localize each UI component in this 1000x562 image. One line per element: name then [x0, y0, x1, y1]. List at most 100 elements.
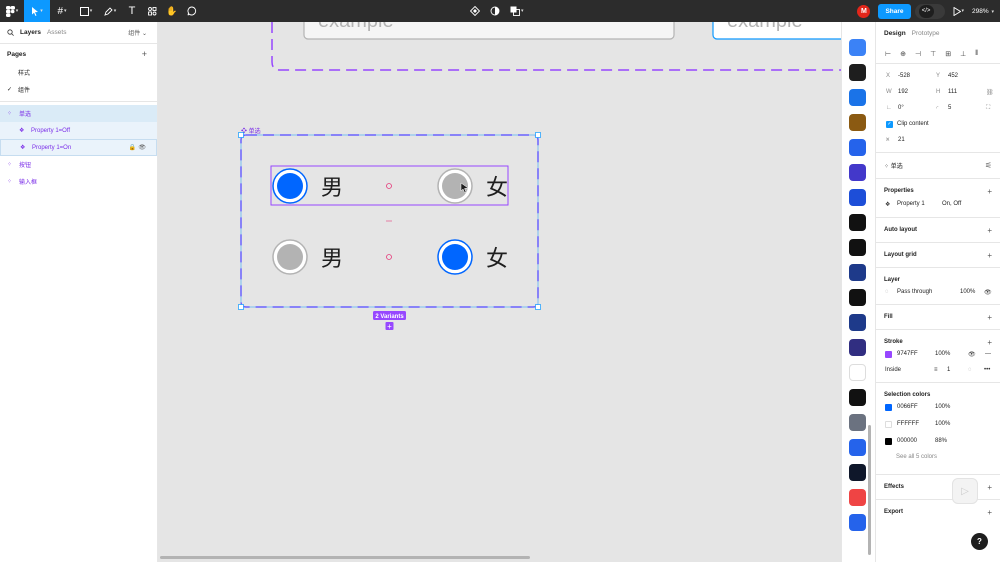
add-auto-layout-plus-icon[interactable]: + — [987, 226, 992, 235]
radius-input[interactable]: 5 — [948, 105, 951, 111]
constrain-proportions-icon[interactable]: ⛓ — [986, 89, 994, 96]
vertical-scrollbar[interactable] — [868, 425, 871, 555]
tab-prototype[interactable]: Prototype — [912, 30, 940, 37]
align-right-icon[interactable]: ⊣ — [915, 50, 921, 58]
contrast-tool-button[interactable] — [490, 0, 500, 22]
tab-design[interactable]: Design — [884, 30, 906, 37]
align-middle-icon[interactable]: ⊞ — [945, 50, 951, 58]
help-button[interactable]: ? — [971, 533, 988, 550]
selection-color-swatch[interactable] — [885, 420, 892, 428]
comment-tool-button[interactable] — [182, 0, 202, 22]
selection-color-row[interactable]: 0066FF 100% — [876, 399, 1000, 415]
property-row[interactable]: ❖ Property 1 On, Off — [876, 196, 1000, 212]
stroke-weight-input[interactable]: 1 — [947, 367, 950, 373]
see-all-colors-row[interactable]: See all 5 colors — [876, 449, 1000, 465]
stroke-color-input[interactable]: 9747FF — [897, 351, 918, 357]
selection-color-opacity[interactable]: 100% — [935, 421, 950, 427]
layer-component-set[interactable]: ⁘ 单选 — [0, 105, 157, 122]
add-fill-plus-icon[interactable]: + — [987, 313, 992, 322]
lock-visibility-icons[interactable]: 🔒👁 — [129, 144, 148, 151]
page-dropdown[interactable]: 组件 ⌄ — [128, 28, 147, 37]
component-icon[interactable] — [849, 39, 866, 56]
doc-plugin-icon[interactable] — [849, 89, 866, 106]
chart-plugin-icon[interactable] — [849, 489, 866, 506]
text-tool-button[interactable]: T — [122, 0, 142, 22]
user-plugin-icon[interactable] — [849, 414, 866, 431]
align-bottom-icon[interactable]: ⊥ — [960, 50, 966, 58]
align-top-icon[interactable]: ⊤ — [930, 50, 936, 58]
tab-assets[interactable]: Assets — [47, 29, 67, 36]
page-item[interactable]: 样式 — [0, 64, 157, 81]
zoom-dropdown[interactable]: 298% ▾ — [972, 8, 994, 15]
gap-input[interactable]: 21 — [898, 137, 905, 143]
selection-color-hex[interactable]: FFFFFF — [897, 421, 919, 427]
component-tool-button[interactable] — [470, 0, 480, 22]
independent-corners-icon[interactable]: ⛶ — [986, 105, 990, 112]
user-avatar[interactable]: M — [857, 4, 871, 18]
selection-color-hex[interactable]: 0066FF — [897, 404, 918, 410]
add-property-plus-icon[interactable]: + — [987, 187, 992, 196]
resources-button[interactable] — [142, 0, 162, 22]
pen-tool-button[interactable]: ▾ — [98, 0, 122, 22]
search-icon[interactable] — [7, 29, 14, 36]
stroke-dash-icon[interactable]: ◌ — [968, 367, 972, 373]
add-layout-grid-plus-icon[interactable]: + — [987, 251, 992, 260]
layer-opacity-input[interactable]: 100% — [960, 289, 975, 295]
shape-tool-button[interactable]: ▾ — [74, 0, 98, 22]
stroke-opacity-input[interactable]: 100% — [935, 351, 950, 357]
add-page-plus-icon[interactable]: + — [142, 49, 147, 59]
see-all-colors-link[interactable]: See all 5 colors — [896, 454, 937, 460]
dev-mode-toggle[interactable]: </> — [914, 3, 945, 19]
selection-color-swatch[interactable] — [885, 437, 892, 445]
layer-component-set[interactable]: ⁘ 输入框 — [0, 173, 157, 190]
truck-plugin-icon[interactable] — [849, 514, 866, 531]
hand-tool-button[interactable]: ✋ — [162, 0, 182, 22]
page-item-current[interactable]: ✓ 组件 — [0, 81, 157, 98]
main-menu-button[interactable]: ▾ — [0, 0, 24, 22]
selection-color-hex[interactable]: 000000 — [897, 438, 917, 444]
selection-color-row[interactable]: FFFFFF 100% — [876, 416, 1000, 432]
zi-plugin-icon[interactable] — [849, 139, 866, 156]
align-center-icon[interactable]: ⊕ — [900, 50, 906, 58]
present-button[interactable]: ▾ — [953, 0, 964, 22]
h-input[interactable]: 111 — [948, 89, 957, 95]
w-input[interactable]: 192 — [898, 89, 908, 95]
layer-component-set[interactable]: ⁘ 按钮 — [0, 156, 157, 173]
share-button[interactable]: Share — [878, 3, 911, 19]
figma-plugin-icon[interactable] — [849, 214, 866, 231]
eye-icon[interactable]: 👁 — [984, 289, 992, 296]
layer-variant-on[interactable]: ❖ Property 1=On 🔒👁 — [0, 139, 157, 156]
selection-color-swatch[interactable] — [885, 403, 892, 411]
selection-color-row[interactable]: 000000 88% — [876, 433, 1000, 449]
arrows-plugin-icon[interactable] — [849, 289, 866, 306]
gold-plugin-icon[interactable] — [849, 114, 866, 131]
pen-plugin-icon[interactable] — [849, 439, 866, 456]
component-settings-icon[interactable]: ⚟ — [985, 161, 992, 170]
spark-plugin-icon[interactable] — [849, 339, 866, 356]
selection-color-opacity[interactable]: 100% — [935, 404, 950, 410]
layer-variant-off[interactable]: ❖ Property 1=Off — [0, 122, 157, 139]
boolean-tool-button[interactable]: ▾ — [510, 0, 524, 22]
dots-plugin-icon[interactable] — [849, 314, 866, 331]
twitch-plugin-icon[interactable] — [849, 164, 866, 181]
grid-plugin-icon[interactable] — [849, 264, 866, 281]
add-effect-plus-icon[interactable]: + — [987, 483, 992, 492]
eye-icon[interactable]: 👁 — [968, 351, 976, 358]
add-export-plus-icon[interactable]: + — [987, 508, 992, 517]
y-input[interactable]: 452 — [948, 73, 958, 79]
align-left-icon[interactable]: ⊢ — [885, 50, 891, 58]
stamp-plugin-icon[interactable] — [849, 364, 866, 381]
distribute-icon[interactable]: ⦀ — [975, 50, 978, 58]
rotation-input[interactable]: 0° — [898, 105, 904, 111]
box-plugin-icon[interactable] — [849, 464, 866, 481]
frame-plugin-icon[interactable] — [849, 189, 866, 206]
selection-color-opacity[interactable]: 88% — [935, 438, 947, 444]
stroke-position-dropdown[interactable]: Inside — [885, 367, 901, 373]
frame-tool-button[interactable]: # ▾ — [50, 0, 74, 22]
hand-plugin-icon[interactable] — [849, 389, 866, 406]
horizontal-scrollbar[interactable] — [160, 556, 530, 559]
clip-content-checkbox[interactable]: ✓ — [886, 120, 893, 128]
remove-stroke-icon[interactable]: — — [985, 351, 991, 357]
x-input[interactable]: -528 — [898, 73, 910, 79]
move-tool-button[interactable]: ▾ — [24, 0, 50, 22]
